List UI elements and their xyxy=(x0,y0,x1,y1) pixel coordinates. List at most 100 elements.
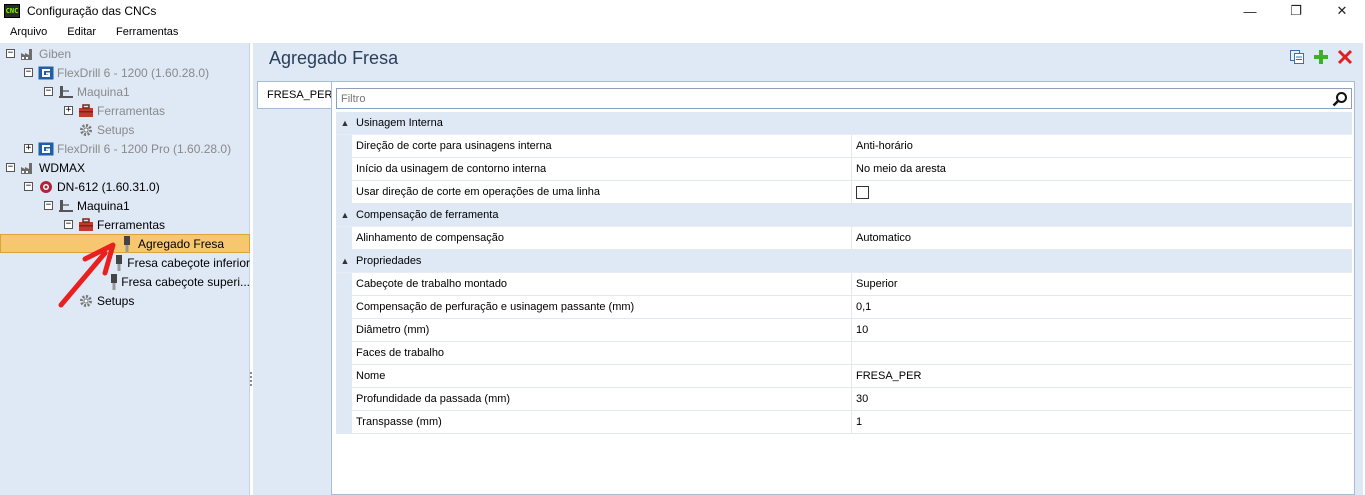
machine-tree[interactable]: − Giben − FlexDrill 6 - 1200 (1.60.28.0) − Ma… xyxy=(0,43,250,495)
maximize-button[interactable]: ❐ xyxy=(1273,0,1319,22)
tree-node[interactable]: − FlexDrill 6 - 1200 (1.60.28.0) xyxy=(0,63,250,82)
tree-node[interactable]: − Ferramentas xyxy=(0,215,250,234)
tree-node-label: Fresa cabeçote superi... xyxy=(121,274,250,289)
details-panel: Agregado Fresa FRESA_PER ▲Usinagem Inter… xyxy=(253,43,1363,495)
g-brand-icon xyxy=(38,66,54,80)
factory-icon xyxy=(20,47,36,61)
checkbox[interactable] xyxy=(856,185,869,199)
tree-node[interactable]: − Maquina1 xyxy=(0,82,250,101)
search-icon[interactable] xyxy=(1332,91,1348,107)
row-gutter xyxy=(336,181,352,204)
factory-icon xyxy=(20,161,36,175)
property-name: Profundidade da passada (mm) xyxy=(352,388,852,411)
window-title: Configuração das CNCs xyxy=(27,4,157,18)
category-row[interactable]: ▲ Usinagem Interna xyxy=(336,112,1352,135)
property-name: Direção de corte para usinagens interna xyxy=(352,135,852,158)
expand-icon[interactable]: + xyxy=(64,106,73,115)
property-row[interactable]: Cabeçote de trabalho montado Superior xyxy=(336,273,1352,296)
tree-node-label: Giben xyxy=(39,46,72,61)
chevron-up-icon[interactable]: ▲ xyxy=(336,210,354,220)
filter-input[interactable] xyxy=(337,89,1317,108)
toolbox-icon xyxy=(78,103,94,118)
tree-node[interactable]: Fresa cabeçote superi... xyxy=(0,272,250,291)
tree-node[interactable]: + Ferramentas xyxy=(0,101,250,120)
tree-node-label: Agregado Fresa xyxy=(138,236,225,251)
tree-node[interactable]: − Maquina1 xyxy=(0,196,250,215)
property-editor: ▲Usinagem InternaDireção de corte para u… xyxy=(331,81,1355,495)
property-name: Transpasse (mm) xyxy=(352,411,852,434)
collapse-icon[interactable]: − xyxy=(6,163,15,172)
property-row[interactable]: Profundidade da passada (mm) 30 xyxy=(336,388,1352,411)
collapse-icon[interactable]: − xyxy=(64,220,73,229)
tree-node[interactable]: − WDMAX xyxy=(0,158,250,177)
property-row[interactable]: Usar direção de corte em operações de um… xyxy=(336,181,1352,204)
minimize-button[interactable]: — xyxy=(1227,0,1273,22)
tree-node-label: FlexDrill 6 - 1200 (1.60.28.0) xyxy=(57,65,210,80)
row-gutter xyxy=(336,365,352,388)
property-row[interactable]: Diâmetro (mm) 10 xyxy=(336,319,1352,342)
property-value[interactable]: 1 xyxy=(852,411,1352,434)
row-gutter xyxy=(336,273,352,296)
property-value[interactable]: Automatico xyxy=(852,227,1352,250)
property-value[interactable] xyxy=(852,342,1352,365)
add-icon[interactable] xyxy=(1313,49,1329,65)
collapse-icon[interactable]: − xyxy=(44,201,53,210)
property-row[interactable]: Direção de corte para usinagens interna A… xyxy=(336,135,1352,158)
property-value[interactable]: Superior xyxy=(852,273,1352,296)
property-value[interactable] xyxy=(852,181,1352,204)
panel-title: Agregado Fresa xyxy=(269,48,399,68)
category-label: Usinagem Interna xyxy=(356,117,443,129)
gear-icon xyxy=(78,294,94,308)
property-row[interactable]: Alinhamento de compensação Automatico xyxy=(336,227,1352,250)
gear-icon xyxy=(78,123,94,137)
category-row[interactable]: ▲ Compensação de ferramenta xyxy=(336,204,1352,227)
property-row[interactable]: Faces de trabalho xyxy=(336,342,1352,365)
property-value[interactable]: FRESA_PER xyxy=(852,365,1352,388)
property-value[interactable]: Anti-horário xyxy=(852,135,1352,158)
tree-node[interactable]: − Giben xyxy=(0,44,250,63)
row-gutter xyxy=(336,158,352,181)
tab-strip: FRESA_PER xyxy=(257,81,332,495)
menu-arquivo[interactable]: Arquivo xyxy=(0,22,57,42)
tree-node[interactable]: Setups xyxy=(0,120,250,139)
property-grid: ▲ Usinagem Interna Direção de corte para u… xyxy=(336,112,1352,434)
property-value[interactable]: 10 xyxy=(852,319,1352,342)
property-name: Compensação de perfuração e usinagem pas… xyxy=(352,296,852,319)
tree-node[interactable]: Setups xyxy=(0,291,250,310)
menu-ferramentas[interactable]: Ferramentas xyxy=(106,22,188,42)
property-row[interactable]: Início da usinagem de contorno interna No… xyxy=(336,158,1352,181)
tree-node[interactable]: + FlexDrill 6 - 1200 Pro (1.60.28.0) xyxy=(0,139,250,158)
globe-icon xyxy=(38,180,54,194)
tree-node-label: Setups xyxy=(97,122,135,137)
property-value[interactable]: No meio da aresta xyxy=(852,158,1352,181)
close-button[interactable]: ✕ xyxy=(1319,0,1365,22)
collapse-icon[interactable]: − xyxy=(24,68,33,77)
collapse-icon[interactable]: − xyxy=(44,87,53,96)
tree-node[interactable]: − DN-612 (1.60.31.0) xyxy=(0,177,250,196)
menu-bar: Arquivo Editar Ferramentas xyxy=(0,22,1365,42)
menu-editar[interactable]: Editar xyxy=(57,22,106,42)
copy-icon[interactable] xyxy=(1289,49,1305,65)
filter-box[interactable] xyxy=(336,88,1352,109)
row-gutter xyxy=(336,342,352,365)
chevron-up-icon[interactable]: ▲ xyxy=(336,118,354,128)
expand-icon[interactable]: + xyxy=(24,144,33,153)
property-value[interactable]: 0,1 xyxy=(852,296,1352,319)
property-row[interactable]: Compensação de perfuração e usinagem pas… xyxy=(336,296,1352,319)
category-row[interactable]: ▲ Propriedades xyxy=(336,250,1352,273)
delete-icon[interactable] xyxy=(1337,49,1353,65)
row-gutter xyxy=(336,227,352,250)
row-gutter xyxy=(336,388,352,411)
property-row[interactable]: Transpasse (mm) 1 xyxy=(336,411,1352,434)
chevron-up-icon[interactable]: ▲ xyxy=(336,256,354,266)
property-row[interactable]: Nome FRESA_PER xyxy=(336,365,1352,388)
collapse-icon[interactable]: − xyxy=(6,49,15,58)
tree-node-label: Maquina1 xyxy=(77,198,130,213)
tree-node[interactable]: Agregado Fresa xyxy=(0,234,250,253)
tab-fresa-per[interactable]: FRESA_PER xyxy=(257,81,332,109)
property-name: Cabeçote de trabalho montado xyxy=(352,273,852,296)
property-name: Nome xyxy=(352,365,852,388)
property-value[interactable]: 30 xyxy=(852,388,1352,411)
tree-node[interactable]: Fresa cabeçote inferior xyxy=(0,253,250,272)
collapse-icon[interactable]: − xyxy=(24,182,33,191)
